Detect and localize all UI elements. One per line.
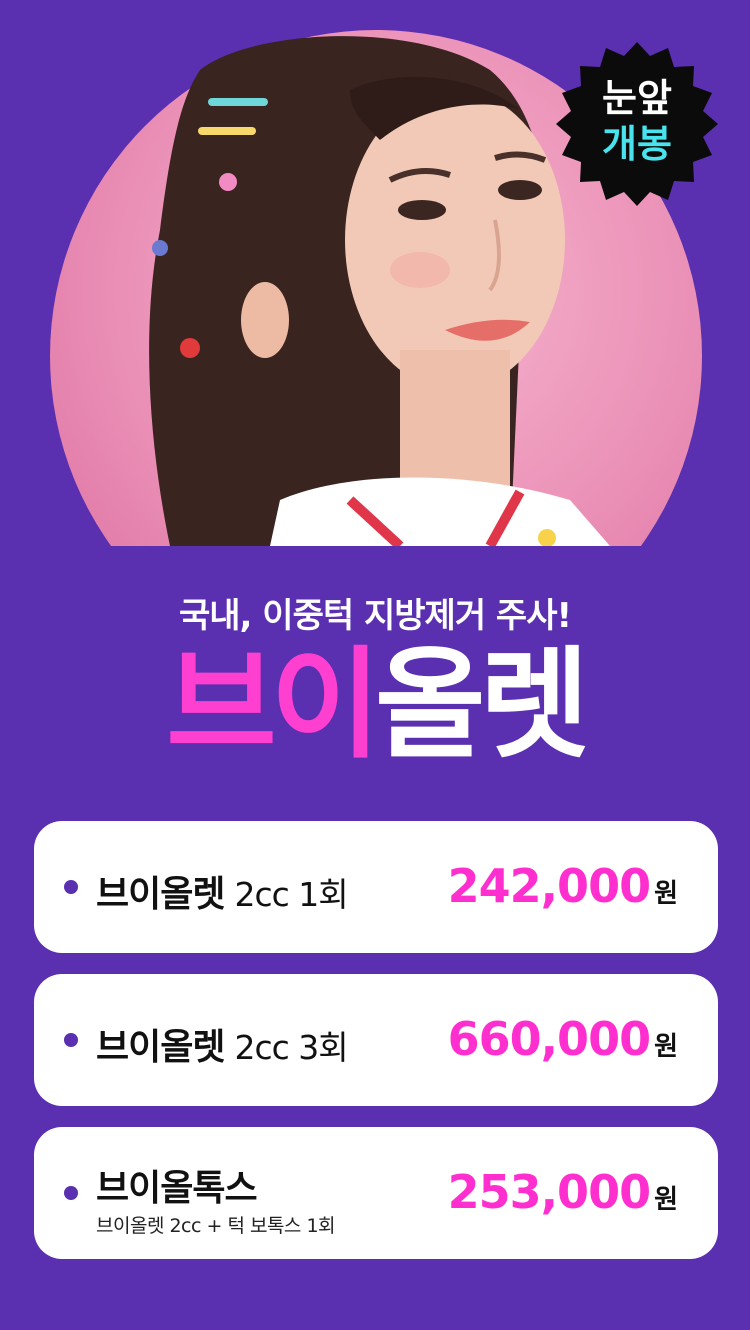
item-name: 브이올렛 2cc 1회: [96, 865, 349, 917]
badge-text-line2: 개봉: [602, 122, 672, 166]
product-title-part2: 올렛: [375, 636, 590, 775]
item-name-text: 브이올톡스: [96, 1168, 258, 1209]
price-unit: 원: [654, 879, 678, 909]
bullet-dot: [64, 1033, 78, 1047]
item-name-text: 브이올렛: [96, 1027, 225, 1068]
item-spec: 2cc 1회: [234, 875, 348, 914]
item-spec: 2cc 3회: [234, 1028, 348, 1067]
product-title: 브이올렛: [0, 636, 750, 776]
item-name: 브이올톡스: [96, 1159, 258, 1211]
item-price: 660,000 원: [448, 1012, 678, 1066]
price-card[interactable]: 브이올톡스 브이올렛 2cc + 턱 보톡스 1회 253,000 원: [34, 1127, 718, 1259]
bullet-dot: [64, 1186, 78, 1200]
price-card[interactable]: 브이올렛 2cc 3회 660,000 원: [34, 974, 718, 1106]
promo-subtitle: 국내, 이중턱 지방제거 주사!: [178, 596, 572, 636]
price-card[interactable]: 브이올렛 2cc 1회 242,000 원: [34, 821, 718, 953]
item-name: 브이올렛 2cc 3회: [96, 1018, 349, 1070]
product-title-part1: 브이: [166, 636, 381, 775]
bullet-dot: [64, 880, 78, 894]
price-unit: 원: [654, 1185, 678, 1215]
price-amount: 660,000: [447, 1012, 652, 1066]
unboxing-badge: 눈앞 개봉: [552, 38, 722, 208]
item-price: 253,000 원: [448, 1165, 678, 1219]
item-name-text: 브이올렛: [96, 874, 225, 915]
price-amount: 242,000: [447, 859, 652, 913]
badge-text-line1: 눈앞: [602, 76, 672, 120]
price-unit: 원: [654, 1032, 678, 1062]
item-note: 브이올렛 2cc + 턱 보톡스 1회: [96, 1215, 336, 1237]
item-price: 242,000 원: [448, 859, 678, 913]
price-amount: 253,000: [447, 1165, 652, 1219]
